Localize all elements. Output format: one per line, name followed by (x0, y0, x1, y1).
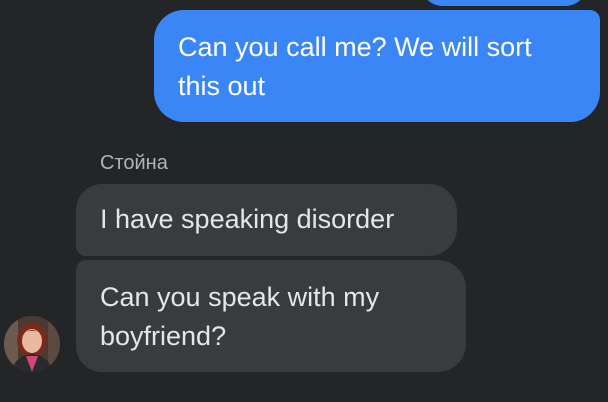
message-text: Can you speak with my boyfriend? (100, 282, 380, 351)
avatar[interactable] (4, 316, 60, 372)
incoming-message-bubble[interactable]: Can you speak with my boyfriend? (76, 260, 466, 372)
avatar-icon (4, 316, 60, 372)
message-thread: Can you call me? We will sort this out С… (0, 0, 608, 402)
incoming-message-bubble[interactable]: I have speaking disorder (76, 184, 457, 256)
sender-name: Стойна (100, 152, 168, 174)
previous-outgoing-message-bubble[interactable] (420, 0, 588, 6)
message-text: I have speaking disorder (100, 204, 395, 234)
message-text: Can you call me? We will sort this out (178, 32, 532, 101)
outgoing-message-bubble[interactable]: Can you call me? We will sort this out (154, 10, 600, 122)
